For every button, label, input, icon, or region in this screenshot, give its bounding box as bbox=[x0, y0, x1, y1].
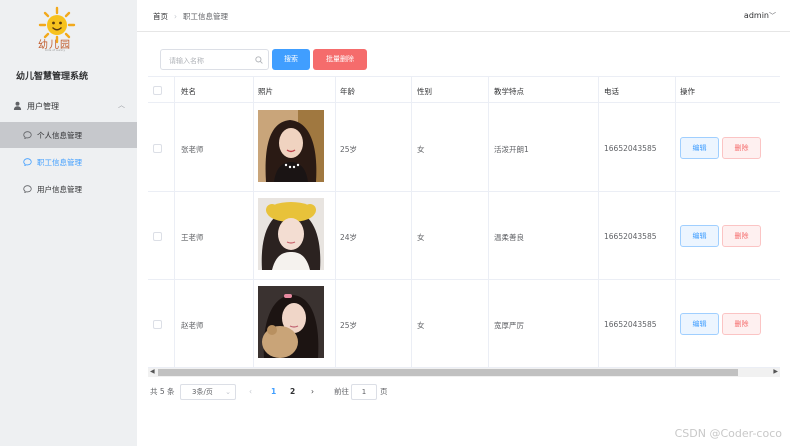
row-checkbox[interactable] bbox=[153, 232, 162, 241]
user-menu[interactable]: admin﹀ bbox=[744, 11, 776, 21]
sidebar-item-label: 个人信息管理 bbox=[37, 131, 82, 140]
sidebar-item-user-info[interactable]: 用户信息管理 bbox=[0, 176, 137, 202]
page-size-value: 3条/页 bbox=[192, 388, 213, 396]
next-page-button[interactable]: › bbox=[311, 384, 314, 400]
scroll-right-arrow-icon[interactable]: ▶ bbox=[773, 368, 778, 375]
teacher-photo bbox=[258, 110, 324, 182]
goto-label: 前往 bbox=[334, 387, 349, 396]
app-root: 幼儿园 Kids of sunny 幼儿智慧管理系统 用户管理 ︿ 个人信息管理… bbox=[0, 0, 790, 446]
user-name: admin bbox=[743, 11, 769, 20]
scroll-left-arrow-icon[interactable]: ◀ bbox=[150, 368, 155, 375]
cell-phone: 16652043585 bbox=[604, 320, 657, 329]
menu-group-label: 用户管理 bbox=[27, 102, 59, 111]
row-checkbox[interactable] bbox=[153, 320, 162, 329]
horizontal-scrollbar[interactable]: ◀ ▶ bbox=[148, 368, 780, 377]
cell-gender: 女 bbox=[417, 321, 425, 330]
sidebar-item-staff-info[interactable]: 职工信息管理 bbox=[0, 149, 137, 175]
page-number-1[interactable]: 1 bbox=[271, 384, 276, 400]
page-suffix-label: 页 bbox=[380, 387, 388, 396]
chat-bubble-icon bbox=[23, 185, 32, 193]
staff-table: 姓名 照片 年龄 性别 教学特点 电话 操作 张老师 25岁 女 活泼开朗1 1… bbox=[148, 76, 780, 368]
breadcrumb-separator-icon: › bbox=[174, 12, 177, 21]
sidebar-item-personal-info[interactable]: 个人信息管理 bbox=[0, 122, 137, 148]
table-row: 赵老师 25岁 女 宽厚严厉 16652043585 编辑 删除 bbox=[148, 280, 780, 368]
cell-phone: 16652043585 bbox=[604, 144, 657, 153]
cell-gender: 女 bbox=[417, 233, 425, 242]
search-input[interactable]: 请输入名称 bbox=[160, 49, 269, 70]
search-placeholder: 请输入名称 bbox=[169, 57, 204, 65]
cell-feature: 活泼开朗1 bbox=[494, 145, 529, 154]
select-all-checkbox[interactable] bbox=[153, 86, 162, 95]
sidebar: 幼儿园 Kids of sunny 幼儿智慧管理系统 用户管理 ︿ 个人信息管理… bbox=[0, 0, 137, 446]
menu-group-user-management[interactable]: 用户管理 ︿ bbox=[0, 96, 137, 116]
teacher-photo bbox=[258, 286, 324, 358]
logo-subtext: Kids of sunny bbox=[45, 48, 66, 52]
cell-age: 24岁 bbox=[340, 233, 358, 242]
cell-gender: 女 bbox=[417, 145, 425, 154]
scrollbar-thumb[interactable] bbox=[158, 369, 738, 376]
chat-bubble-icon bbox=[23, 131, 32, 139]
edit-button[interactable]: 编辑 bbox=[680, 313, 719, 335]
column-header-actions: 操作 bbox=[680, 87, 695, 96]
prev-page-button[interactable]: ‹ bbox=[249, 384, 252, 400]
column-header-gender: 性别 bbox=[417, 87, 432, 96]
cell-name: 王老师 bbox=[181, 233, 204, 242]
chevron-down-icon: ⌄ bbox=[225, 388, 231, 396]
chevron-up-icon: ︿ bbox=[118, 101, 125, 109]
breadcrumb: 首页 › 职工信息管理 bbox=[153, 11, 228, 22]
pagination-total: 共 5 条 bbox=[150, 387, 175, 396]
cell-age: 25岁 bbox=[340, 321, 358, 330]
page-size-select[interactable]: 3条/页 ⌄ bbox=[180, 384, 236, 400]
column-header-phone: 电话 bbox=[604, 87, 619, 96]
breadcrumb-current: 职工信息管理 bbox=[183, 12, 228, 21]
cell-phone: 16652043585 bbox=[604, 232, 657, 241]
system-title: 幼儿智慧管理系统 bbox=[16, 72, 89, 82]
delete-button[interactable]: 删除 bbox=[722, 313, 761, 335]
table-row: 张老师 25岁 女 活泼开朗1 16652043585 编辑 删除 bbox=[148, 104, 780, 192]
sidebar-item-label: 职工信息管理 bbox=[37, 158, 82, 167]
column-header-photo: 照片 bbox=[258, 87, 273, 96]
column-header-age: 年龄 bbox=[340, 87, 355, 96]
edit-button[interactable]: 编辑 bbox=[680, 137, 719, 159]
cell-name: 张老师 bbox=[181, 145, 204, 154]
cell-age: 25岁 bbox=[340, 145, 358, 154]
user-icon bbox=[13, 101, 22, 110]
delete-button[interactable]: 删除 bbox=[722, 225, 761, 247]
sidebar-item-label: 用户信息管理 bbox=[37, 185, 82, 194]
delete-button[interactable]: 删除 bbox=[722, 137, 761, 159]
chevron-down-icon: ﹀ bbox=[769, 12, 776, 20]
breadcrumb-home[interactable]: 首页 bbox=[153, 12, 168, 21]
edit-button[interactable]: 编辑 bbox=[680, 225, 719, 247]
batch-delete-button[interactable]: 批量删除 bbox=[313, 49, 367, 70]
page-number-2[interactable]: 2 bbox=[290, 384, 295, 400]
table-header: 姓名 照片 年龄 性别 教学特点 电话 操作 bbox=[148, 77, 780, 103]
cell-name: 赵老师 bbox=[181, 321, 204, 330]
search-button[interactable]: 搜索 bbox=[272, 49, 310, 70]
chat-bubble-icon bbox=[23, 158, 32, 166]
search-icon bbox=[255, 56, 263, 64]
cell-feature: 温柔善良 bbox=[494, 233, 524, 242]
goto-page-input[interactable]: 1 bbox=[351, 384, 377, 400]
cell-feature: 宽厚严厉 bbox=[494, 321, 524, 330]
table-row: 王老师 24岁 女 温柔善良 16652043585 编辑 删除 bbox=[148, 192, 780, 280]
teacher-photo bbox=[258, 198, 324, 270]
row-checkbox[interactable] bbox=[153, 144, 162, 153]
column-header-name: 姓名 bbox=[181, 87, 196, 96]
watermark: CSDN @Coder-coco bbox=[674, 427, 782, 440]
header: 首页 › 职工信息管理 admin﹀ bbox=[137, 0, 790, 32]
column-header-feature: 教学特点 bbox=[494, 87, 524, 96]
